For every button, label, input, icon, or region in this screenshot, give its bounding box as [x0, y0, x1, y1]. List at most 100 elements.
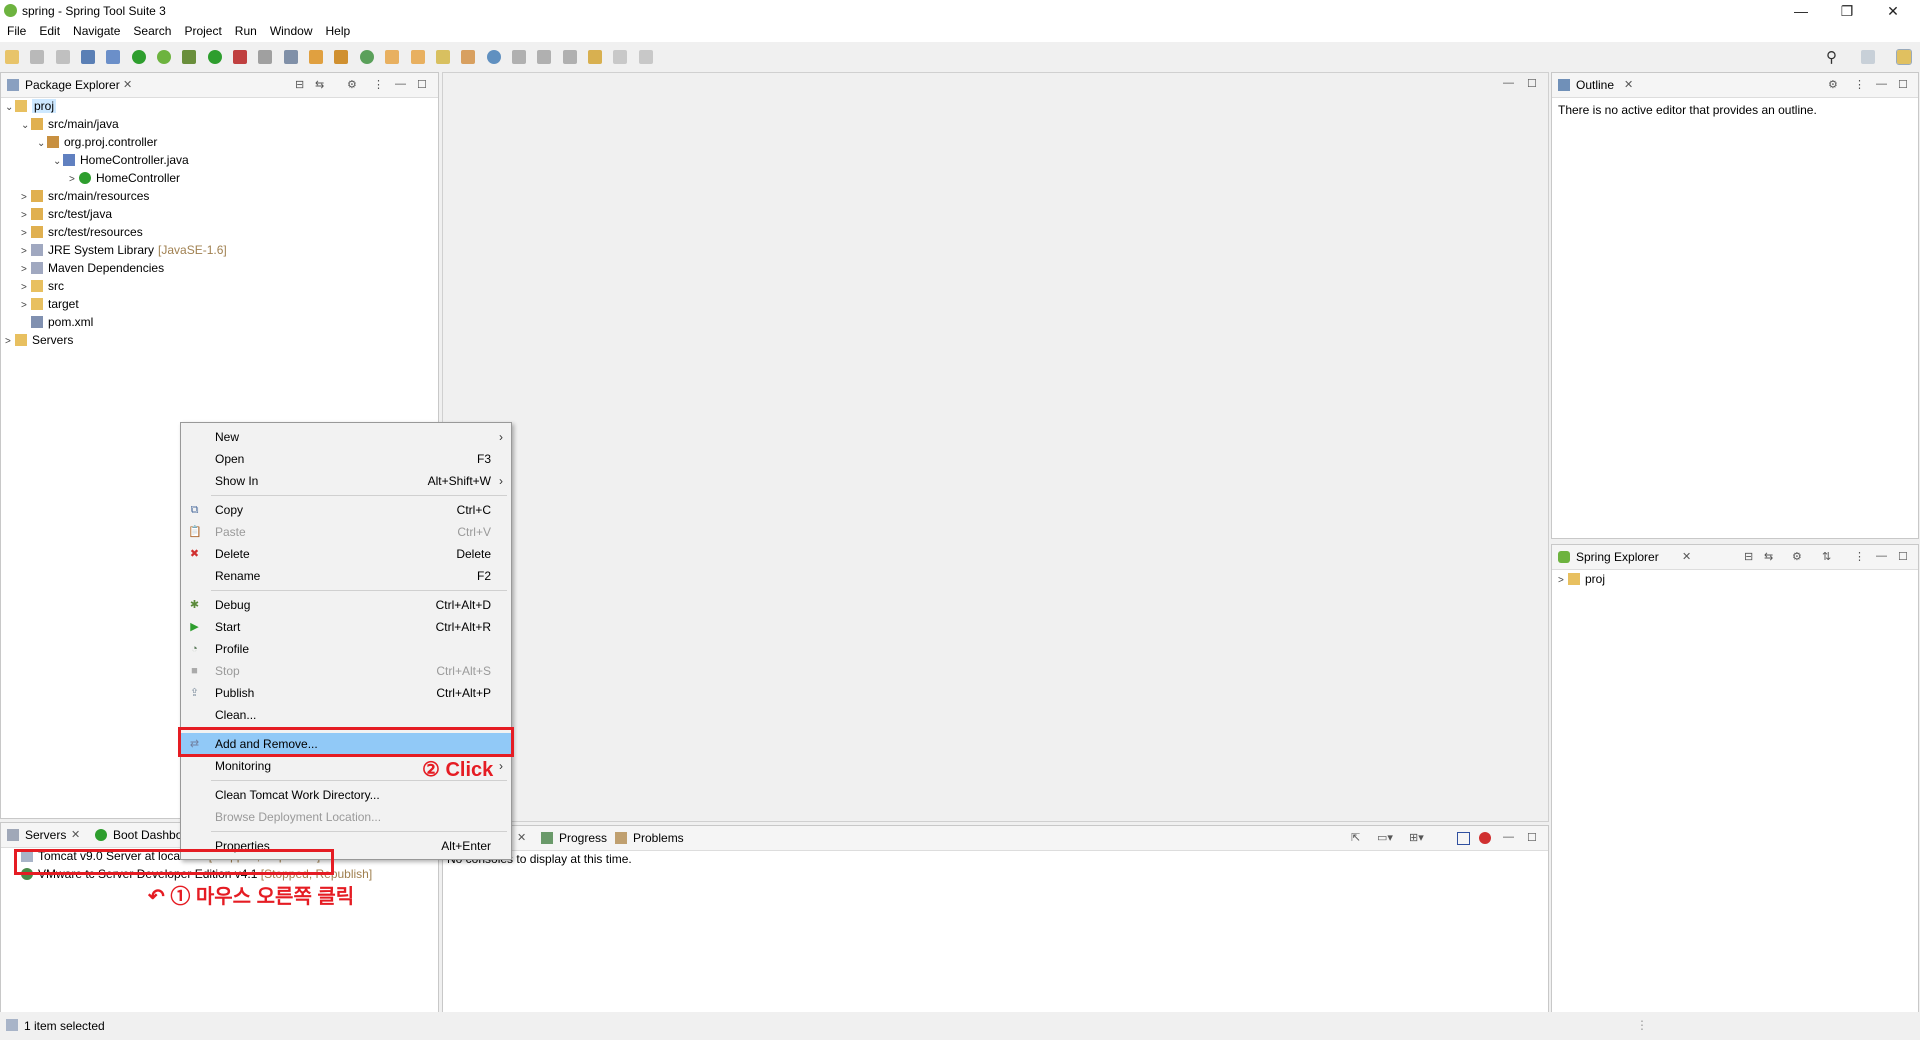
menu-item-paste[interactable]: 📋 Paste Ctrl+V: [181, 521, 511, 543]
minimize-view-icon[interactable]: —: [1503, 831, 1514, 843]
save-icon[interactable]: [30, 50, 45, 64]
link-editor-icon[interactable]: ⇆: [315, 78, 324, 91]
close-tab-icon[interactable]: ✕: [1624, 78, 1633, 91]
focus-icon[interactable]: ⚙: [1792, 550, 1802, 563]
close-tab-icon[interactable]: ✕: [71, 828, 80, 841]
new-package-icon[interactable]: [309, 50, 324, 64]
expand-icon[interactable]: >: [1558, 572, 1568, 590]
console-options-icon[interactable]: [1457, 832, 1470, 845]
search-tool-icon[interactable]: [435, 50, 450, 64]
tree-item[interactable]: > Maven Dependencies: [5, 259, 435, 277]
tree-item[interactable]: > target: [5, 295, 435, 313]
menu-item-copy[interactable]: ⧉ Copy Ctrl+C: [181, 499, 511, 521]
external-tools-icon[interactable]: [233, 50, 248, 64]
view-menu-icon[interactable]: ⋮: [1854, 550, 1865, 563]
menu-search[interactable]: Search: [126, 22, 177, 38]
tree-item[interactable]: > Servers: [5, 331, 435, 349]
link-editor-icon[interactable]: ⇆: [1764, 550, 1773, 563]
pin-editor-icon[interactable]: [638, 50, 653, 64]
view-menu-icon[interactable]: ⋮: [1854, 78, 1865, 91]
close-tab-icon[interactable]: ✕: [517, 831, 526, 844]
web-browser-icon[interactable]: [486, 50, 501, 64]
tree-item[interactable]: pom.xml: [5, 313, 435, 331]
tree-item[interactable]: ⌄ src/main/java: [5, 115, 435, 133]
spring-perspective-icon[interactable]: [1896, 49, 1912, 65]
debug-icon[interactable]: [182, 50, 197, 64]
forward-icon[interactable]: [613, 50, 628, 64]
skip-breakpoints-icon[interactable]: [106, 50, 121, 64]
close-tab-icon[interactable]: ✕: [1682, 550, 1691, 563]
menu-file[interactable]: File: [0, 22, 32, 38]
menu-help[interactable]: Help: [319, 22, 357, 38]
menu-item-clean-tomcat-work-directory[interactable]: Clean Tomcat Work Directory...: [181, 784, 511, 806]
menu-run[interactable]: Run: [228, 22, 263, 38]
open-perspective-icon[interactable]: [1861, 50, 1875, 64]
last-edit-icon[interactable]: [562, 50, 577, 64]
open-type-icon[interactable]: [385, 50, 400, 64]
menu-item-new[interactable]: New ›: [181, 426, 511, 448]
tree-item[interactable]: > JRE System Library [JavaSE-1.6]: [5, 241, 435, 259]
terminal-icon[interactable]: [81, 50, 96, 64]
menu-item-debug[interactable]: ✱ Debug Ctrl+Alt+D: [181, 594, 511, 616]
back-icon[interactable]: [587, 50, 602, 64]
next-annotation-icon[interactable]: [511, 50, 526, 64]
display-console-icon[interactable]: ▭▾: [1377, 831, 1393, 844]
close-tab-icon[interactable]: ✕: [123, 78, 132, 91]
pin-console-icon[interactable]: ⇱: [1351, 831, 1360, 844]
minimize-view-icon[interactable]: —: [1876, 550, 1887, 562]
spring-boot-icon[interactable]: [131, 50, 146, 64]
minimize-view-icon[interactable]: —: [1876, 78, 1887, 90]
menu-item-show-in[interactable]: Show In Alt+Shift+W ›: [181, 470, 511, 492]
tab-spring-explorer[interactable]: Spring Explorer: [1576, 550, 1659, 564]
collapse-all-icon[interactable]: ⊟: [295, 78, 304, 91]
menu-window[interactable]: Window: [263, 22, 319, 38]
stop-icon[interactable]: [258, 50, 273, 64]
close-button[interactable]: ✕: [1870, 0, 1916, 22]
spring-icon[interactable]: [157, 50, 172, 64]
tab-progress[interactable]: Progress: [559, 831, 607, 845]
expand-icon[interactable]: >: [5, 333, 15, 351]
new-icon[interactable]: [5, 50, 19, 64]
focus-icon[interactable]: ⚙: [1828, 78, 1838, 91]
save-all-icon[interactable]: [55, 50, 70, 64]
tab-outline[interactable]: Outline: [1576, 78, 1614, 92]
tree-item[interactable]: > HomeController: [5, 169, 435, 187]
menu-navigate[interactable]: Navigate: [66, 22, 126, 38]
tab-boot-dashboard[interactable]: Boot Dashbo: [113, 828, 182, 842]
menu-item-clean[interactable]: Clean...: [181, 704, 511, 726]
menu-project[interactable]: Project: [177, 22, 227, 38]
maximize-view-icon[interactable]: ☐: [1898, 78, 1908, 91]
minimize-button[interactable]: —: [1778, 0, 1824, 22]
menu-edit[interactable]: Edit: [32, 22, 66, 38]
tree-item[interactable]: ⌄ proj: [5, 97, 435, 115]
menu-item-rename[interactable]: Rename F2: [181, 565, 511, 587]
open-console-icon[interactable]: ⊞▾: [1409, 831, 1424, 844]
menu-item-browse-deployment-location[interactable]: Browse Deployment Location...: [181, 806, 511, 828]
menu-item-profile[interactable]: ◔ Profile: [181, 638, 511, 660]
minimize-editor-icon[interactable]: —: [1503, 77, 1514, 89]
tree-item[interactable]: ⌄ HomeController.java: [5, 151, 435, 169]
new-class-icon[interactable]: [334, 50, 349, 64]
tree-item[interactable]: > src/test/java: [5, 205, 435, 223]
collapse-all-icon[interactable]: ⊟: [1744, 550, 1753, 563]
sort-icon[interactable]: ⇅: [1822, 550, 1831, 563]
tab-servers[interactable]: Servers: [25, 828, 66, 842]
menu-item-publish[interactable]: ⇪ Publish Ctrl+Alt+P: [181, 682, 511, 704]
maximize-view-icon[interactable]: ☐: [1527, 831, 1537, 844]
menu-item-delete[interactable]: ✖ Delete Delete: [181, 543, 511, 565]
open-resource-icon[interactable]: [410, 50, 425, 64]
tree-item[interactable]: > src: [5, 277, 435, 295]
maximize-view-icon[interactable]: ☐: [417, 78, 427, 91]
tree-item[interactable]: ⌄ org.proj.controller: [5, 133, 435, 151]
tree-item[interactable]: > src/main/resources: [5, 187, 435, 205]
tab-problems[interactable]: Problems: [633, 831, 684, 845]
deploy-icon[interactable]: [283, 50, 298, 64]
focus-icon[interactable]: ⚙: [347, 78, 357, 91]
console-a-icon[interactable]: [1479, 832, 1491, 844]
menu-item-open[interactable]: Open F3: [181, 448, 511, 470]
run-icon[interactable]: [207, 50, 222, 64]
menu-item-stop[interactable]: ■ Stop Ctrl+Alt+S: [181, 660, 511, 682]
search-icon[interactable]: ⚲: [1826, 48, 1837, 66]
view-menu-icon[interactable]: ⋮: [373, 78, 384, 91]
previous-annotation-icon[interactable]: [537, 50, 552, 64]
